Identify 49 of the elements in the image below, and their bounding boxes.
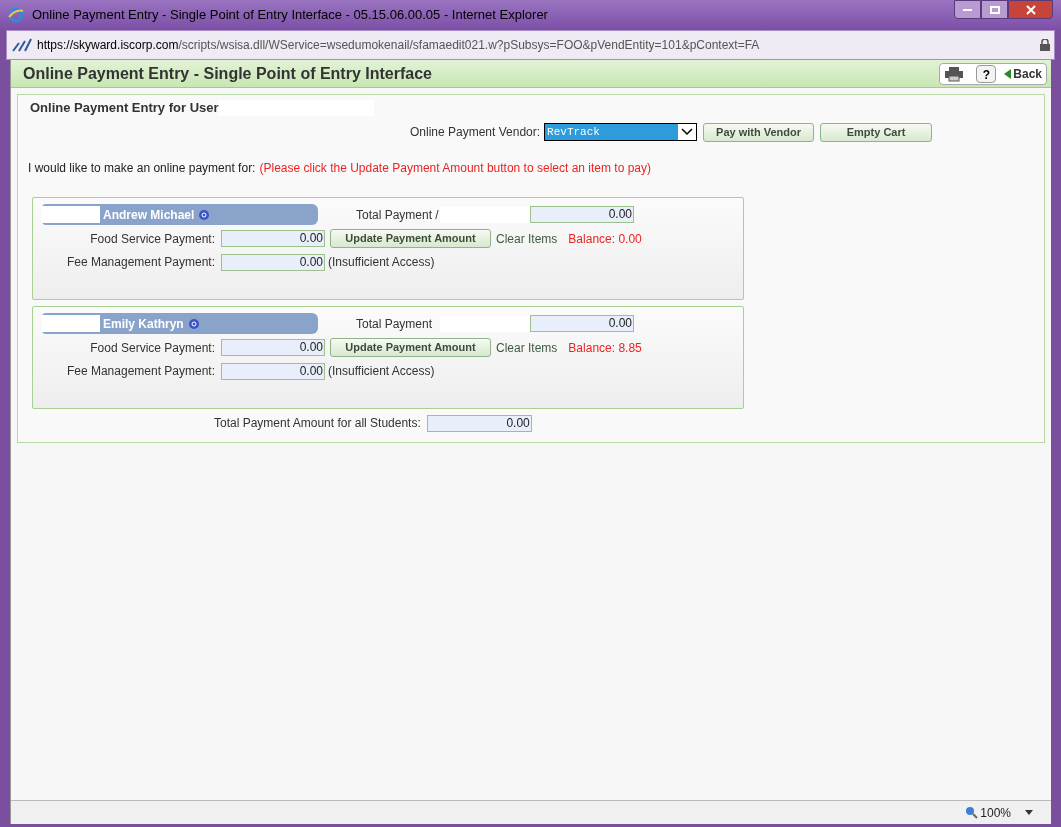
redacted-block: [42, 206, 100, 223]
close-button[interactable]: [1008, 0, 1053, 19]
site-logo-icon: [11, 37, 33, 53]
grand-total-field[interactable]: 0.00: [426, 414, 532, 432]
student-name: Emily Kathryn: [103, 315, 184, 333]
minimize-button[interactable]: [954, 0, 981, 19]
food-service-payment-field[interactable]: 0.00: [221, 230, 325, 247]
total-payment-field[interactable]: 0.00: [530, 315, 634, 332]
field-label: Online Payment Vendor:: [410, 124, 541, 141]
instruction-text: (Please click the Update Payment Amount button to select an item to pay): [259, 160, 651, 177]
student-name: Andrew Michael: [103, 206, 195, 224]
update-payment-amount-button[interactable]: Update Payment Amount: [330, 229, 491, 248]
close-icon: [1025, 4, 1036, 15]
intro-text: I would like to make an online payment for:: [28, 160, 256, 177]
total-payment-field[interactable]: 0.00: [530, 206, 634, 223]
balance-text: Balance: 8.85: [568, 339, 642, 357]
update-payment-amount-button[interactable]: Update Payment Amount: [330, 338, 491, 357]
clear-items-link[interactable]: Clear Items: [496, 229, 558, 248]
food-service-payment-field[interactable]: 0.00: [221, 339, 325, 356]
help-button[interactable]: ?: [976, 64, 997, 83]
window-title: Online Payment Entry - Single Point of Entry Interface - 05.15.06.00.05 - Internet Explorer: [32, 6, 548, 25]
magnifier-icon: [965, 806, 979, 819]
field-label: Total Payment Amount for all Students:: [214, 415, 421, 432]
back-button[interactable]: Back: [1004, 64, 1042, 83]
print-icon[interactable]: [944, 65, 965, 82]
fee-management-payment-field[interactable]: 0.00: [221, 253, 325, 271]
access-note: (Insufficient Access): [328, 254, 435, 271]
dropdown-arrow-icon[interactable]: [1025, 810, 1033, 815]
field-label: Fee Management Payment:: [65, 254, 215, 271]
caret-icon: [681, 128, 694, 136]
total-payment-label: Total Payment: [356, 315, 434, 333]
field-label: Fee Management Payment:: [65, 363, 215, 380]
fee-management-payment-field[interactable]: 0.00: [221, 362, 325, 380]
lock-icon: [1040, 39, 1050, 51]
field-label: Food Service Payment:: [89, 339, 215, 357]
section-heading: Online Payment Entry for User: [30, 99, 219, 118]
access-note: (Insufficient Access): [328, 363, 435, 380]
page-title: Online Payment Entry - Single Point of Entry Interface: [23, 63, 432, 84]
empty-cart-button[interactable]: Empty Cart: [820, 122, 933, 142]
total-payment-label: Total Payment /: [356, 206, 440, 224]
redacted-block: [42, 315, 100, 332]
clear-items-link[interactable]: Clear Items: [496, 338, 558, 357]
maximize-button[interactable]: [981, 0, 1008, 19]
pay-with-vendor-button[interactable]: Pay with Vendor: [703, 122, 815, 142]
browser-logo-icon: [8, 7, 24, 23]
zoom-level[interactable]: 100%: [965, 803, 1011, 822]
field-label: Food Service Payment:: [89, 230, 215, 248]
balance-text: Balance: 0.00: [568, 230, 642, 248]
back-arrow-icon: [1004, 68, 1012, 79]
